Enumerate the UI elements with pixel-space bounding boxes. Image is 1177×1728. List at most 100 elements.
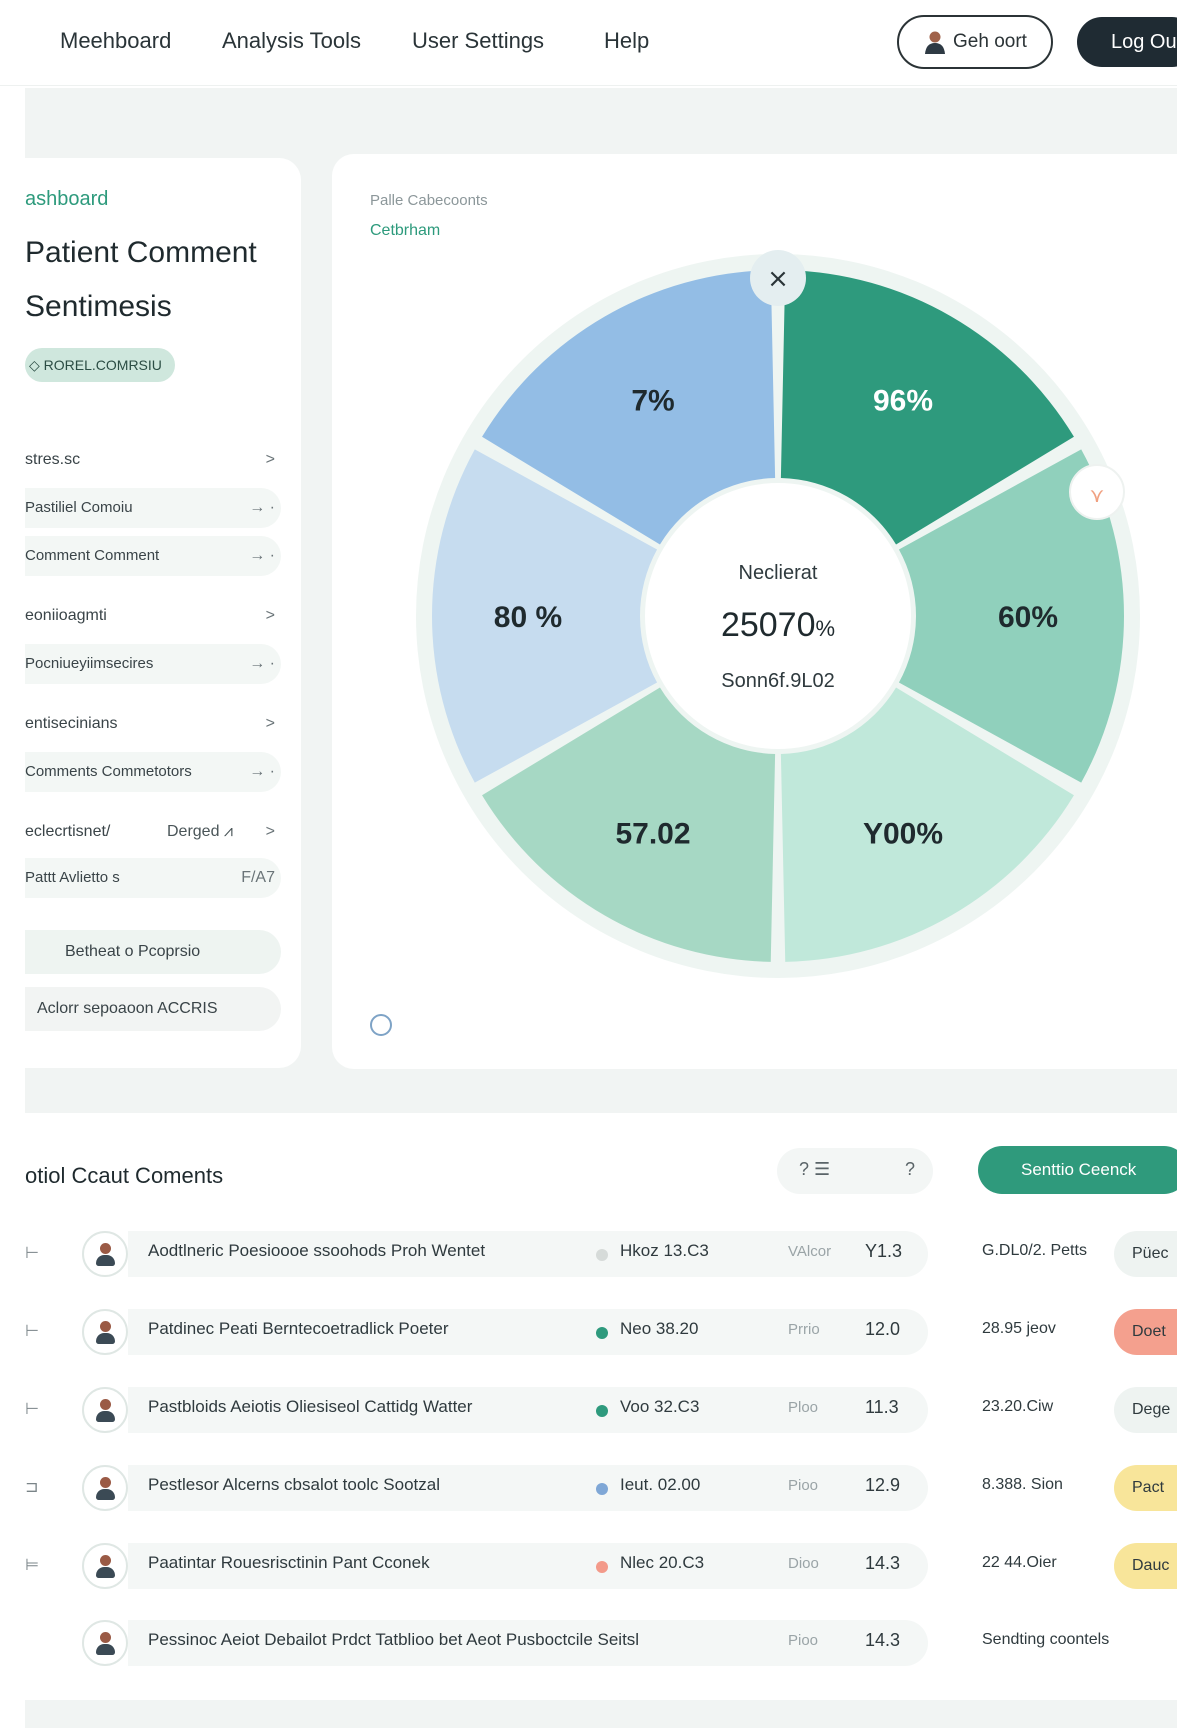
- avatar: [82, 1231, 128, 1277]
- row-handle-icon[interactable]: ⊢: [25, 1399, 39, 1419]
- comment-score-label: VAlcor: [788, 1243, 832, 1260]
- row-handle-icon[interactable]: ⊢: [25, 1321, 39, 1341]
- close-icon: ×: [767, 264, 789, 294]
- comment-row[interactable]: Pessinoc Aeiot Debailot Prdct Tatblioo b…: [0, 1614, 1177, 1672]
- arrow-right-icon: → ·: [249, 547, 275, 564]
- comment-patient-name: Aodtlneric Poesioooe ssoohods Proh Wente…: [148, 1241, 486, 1260]
- comment-extra-info: Sendting coontels: [982, 1631, 1110, 1648]
- comment-score-value: 11.3: [865, 1397, 899, 1417]
- radio-indicator[interactable]: [370, 1014, 392, 1036]
- comment-score-value: 14.3: [865, 1630, 901, 1650]
- chevron-right-icon: >: [265, 823, 275, 840]
- donut-segment-label: 7%: [631, 384, 674, 417]
- sidebar-subitem-6[interactable]: Comments Commetotors → ·: [25, 752, 281, 792]
- comment-patient-name: Patdinec Peati Berntecoetradlick Poeter: [148, 1319, 449, 1338]
- nav-item-help[interactable]: Help: [604, 28, 649, 54]
- filter-chip[interactable]: ◇ ROREL.COMRSIU: [25, 348, 175, 382]
- sidebar-action-button-2[interactable]: Aclorr sepoaoon ACCRIS: [25, 987, 281, 1031]
- sidebar-panel: ashboard Patient Comment Sentimesis ◇ RO…: [25, 158, 301, 1068]
- logout-button[interactable]: Log Ou: [1077, 17, 1177, 67]
- sidebar-item-label: Comment Comment: [25, 547, 160, 564]
- status-badge[interactable]: Dauc: [1114, 1543, 1177, 1589]
- status-dot-icon: [596, 1249, 608, 1261]
- page-title-line2: Sentimesis: [25, 290, 172, 323]
- donut-segment-label: Y00%: [863, 818, 943, 851]
- comment-row[interactable]: ⊢ Pastbloids Aeiotis Oliesiseol Cattidg W…: [0, 1381, 1177, 1439]
- comment-score-value: 12.0: [865, 1319, 901, 1339]
- nav-item-dashboard[interactable]: Meehboard: [60, 28, 171, 54]
- chart-center-value-number: 25070: [721, 606, 816, 644]
- sidebar-item-extra: Derged ⩘: [167, 823, 233, 840]
- sidebar-item-5[interactable]: entisecinians >: [25, 704, 281, 744]
- status-dot-icon: [596, 1405, 608, 1417]
- comments-section-title: otiol Ccaut Coments: [25, 1163, 224, 1188]
- top-navigation-bar: Meehboard Analysis Tools User Settings H…: [0, 0, 1177, 86]
- chart-center-bottom-label: Sonn6f.9L02: [721, 670, 834, 692]
- sidebar-item-0[interactable]: stres.sc >: [25, 440, 281, 480]
- comment-extra-info: 22 44.Oier: [982, 1554, 1057, 1571]
- comment-row[interactable]: ⊐ Pestlesor Alcerns cbsalot toolc Sootzal…: [0, 1459, 1177, 1517]
- sidebar-subitem-4[interactable]: Pocniueyiimsecires → ·: [25, 644, 281, 684]
- chevron-right-icon: >: [265, 451, 275, 468]
- comment-score-value: 14.3: [865, 1553, 901, 1573]
- sidebar-action-button-1[interactable]: Betheat o Pcoprsio: [25, 930, 281, 974]
- comment-score-label: Dioo: [788, 1555, 819, 1572]
- diamond-icon: ◇: [29, 357, 44, 373]
- arrow-right-icon: → ·: [249, 763, 275, 780]
- status-dot-icon: [596, 1561, 608, 1573]
- account-button[interactable]: Geh oort: [897, 15, 1053, 69]
- sidebar-item-label: Pocniueyiimsecires: [25, 655, 154, 672]
- comment-score-value: Y1.3: [865, 1241, 903, 1261]
- help-icon: ?: [904, 1159, 915, 1179]
- comment-date: Ieut. 02.00: [620, 1475, 701, 1494]
- sidebar-item-code: F/A7: [241, 869, 275, 886]
- donut-chart: 96% 60% Y00% 57.02 80 % 7% Neclierat 25070% S…: [416, 250, 1140, 978]
- arrow-right-icon: → ·: [249, 499, 275, 516]
- sidebar-item-7[interactable]: eclecrtisnet/ Derged ⩘ >: [25, 812, 281, 852]
- comment-date: Nlec 20.C3: [620, 1553, 705, 1572]
- donut-segment-label: 57.02: [615, 818, 690, 851]
- sidebar-item-label: Pastiliel Comoiu: [25, 499, 133, 516]
- page-title-line1: Patient Comment: [25, 236, 257, 269]
- filter-chip-label: ROREL.COMRSIU: [43, 357, 162, 373]
- sidebar-subitem-1[interactable]: Pastiliel Comoiu → ·: [25, 488, 281, 528]
- status-badge[interactable]: Dege: [1114, 1387, 1177, 1433]
- nav-item-user-settings[interactable]: User Settings: [412, 28, 544, 54]
- comment-row[interactable]: ⊨ Paatintar Rouesrisctinin Pant Cconek Nle…: [0, 1537, 1177, 1595]
- account-button-label: Geh oort: [953, 31, 1027, 52]
- status-badge[interactable]: Pact: [1114, 1465, 1177, 1511]
- filter-dropdown[interactable]: ? ☰ ?: [777, 1148, 933, 1194]
- row-handle-icon[interactable]: ⊢: [25, 1243, 39, 1263]
- breadcrumb[interactable]: ashboard: [25, 188, 108, 211]
- comment-patient-name: Pessinoc Aeiot Debailot Prdct Tatblioo b…: [148, 1630, 640, 1649]
- avatar: [82, 1465, 128, 1511]
- row-handle-icon[interactable]: ⊐: [25, 1477, 38, 1497]
- status-badge[interactable]: Püec: [1114, 1231, 1177, 1277]
- sidebar-item-label: eoniioagmti: [25, 607, 107, 624]
- comment-date: Neo 38.20: [620, 1319, 699, 1338]
- comment-row[interactable]: ⊢ Aodtlneric Poesioooe ssoohods Proh Went…: [0, 1225, 1177, 1283]
- nav-item-analysis-tools[interactable]: Analysis Tools: [222, 28, 361, 54]
- sidebar-item-3[interactable]: eoniioagmti >: [25, 596, 281, 636]
- sidebar-subitem-8[interactable]: Pattt Avlietto s F/A7: [25, 858, 281, 898]
- sidebar-subitem-2[interactable]: Comment Comment → ·: [25, 536, 281, 576]
- comment-extra-info: 28.95 jeov: [982, 1320, 1056, 1337]
- comment-score-value: 12.9: [865, 1475, 901, 1495]
- sidebar-item-label: entisecinians: [25, 715, 118, 732]
- status-badge[interactable]: Doet: [1114, 1309, 1177, 1355]
- row-handle-icon[interactable]: ⊨: [25, 1555, 39, 1575]
- comment-row[interactable]: ⊢ Patdinec Peati Berntecoetradlick Poeter…: [0, 1303, 1177, 1361]
- comment-extra-info: G.DL0/2. Petts: [982, 1242, 1087, 1259]
- comment-score-label: Ploo: [788, 1399, 819, 1416]
- chevron-right-icon: >: [265, 715, 275, 732]
- comment-date: Voo 32.C3: [620, 1397, 700, 1416]
- status-dot-icon: [596, 1327, 608, 1339]
- primary-action-button[interactable]: Senttio Ceenck: [978, 1146, 1177, 1194]
- user-icon: [925, 31, 946, 54]
- chevron-right-icon: >: [265, 607, 275, 624]
- comment-score-label: Prrio: [788, 1321, 820, 1338]
- status-dot-icon: [596, 1483, 608, 1495]
- avatar: [82, 1309, 128, 1355]
- sidebar-item-label: Comments Commetotors: [25, 763, 192, 780]
- avatar: [82, 1387, 128, 1433]
